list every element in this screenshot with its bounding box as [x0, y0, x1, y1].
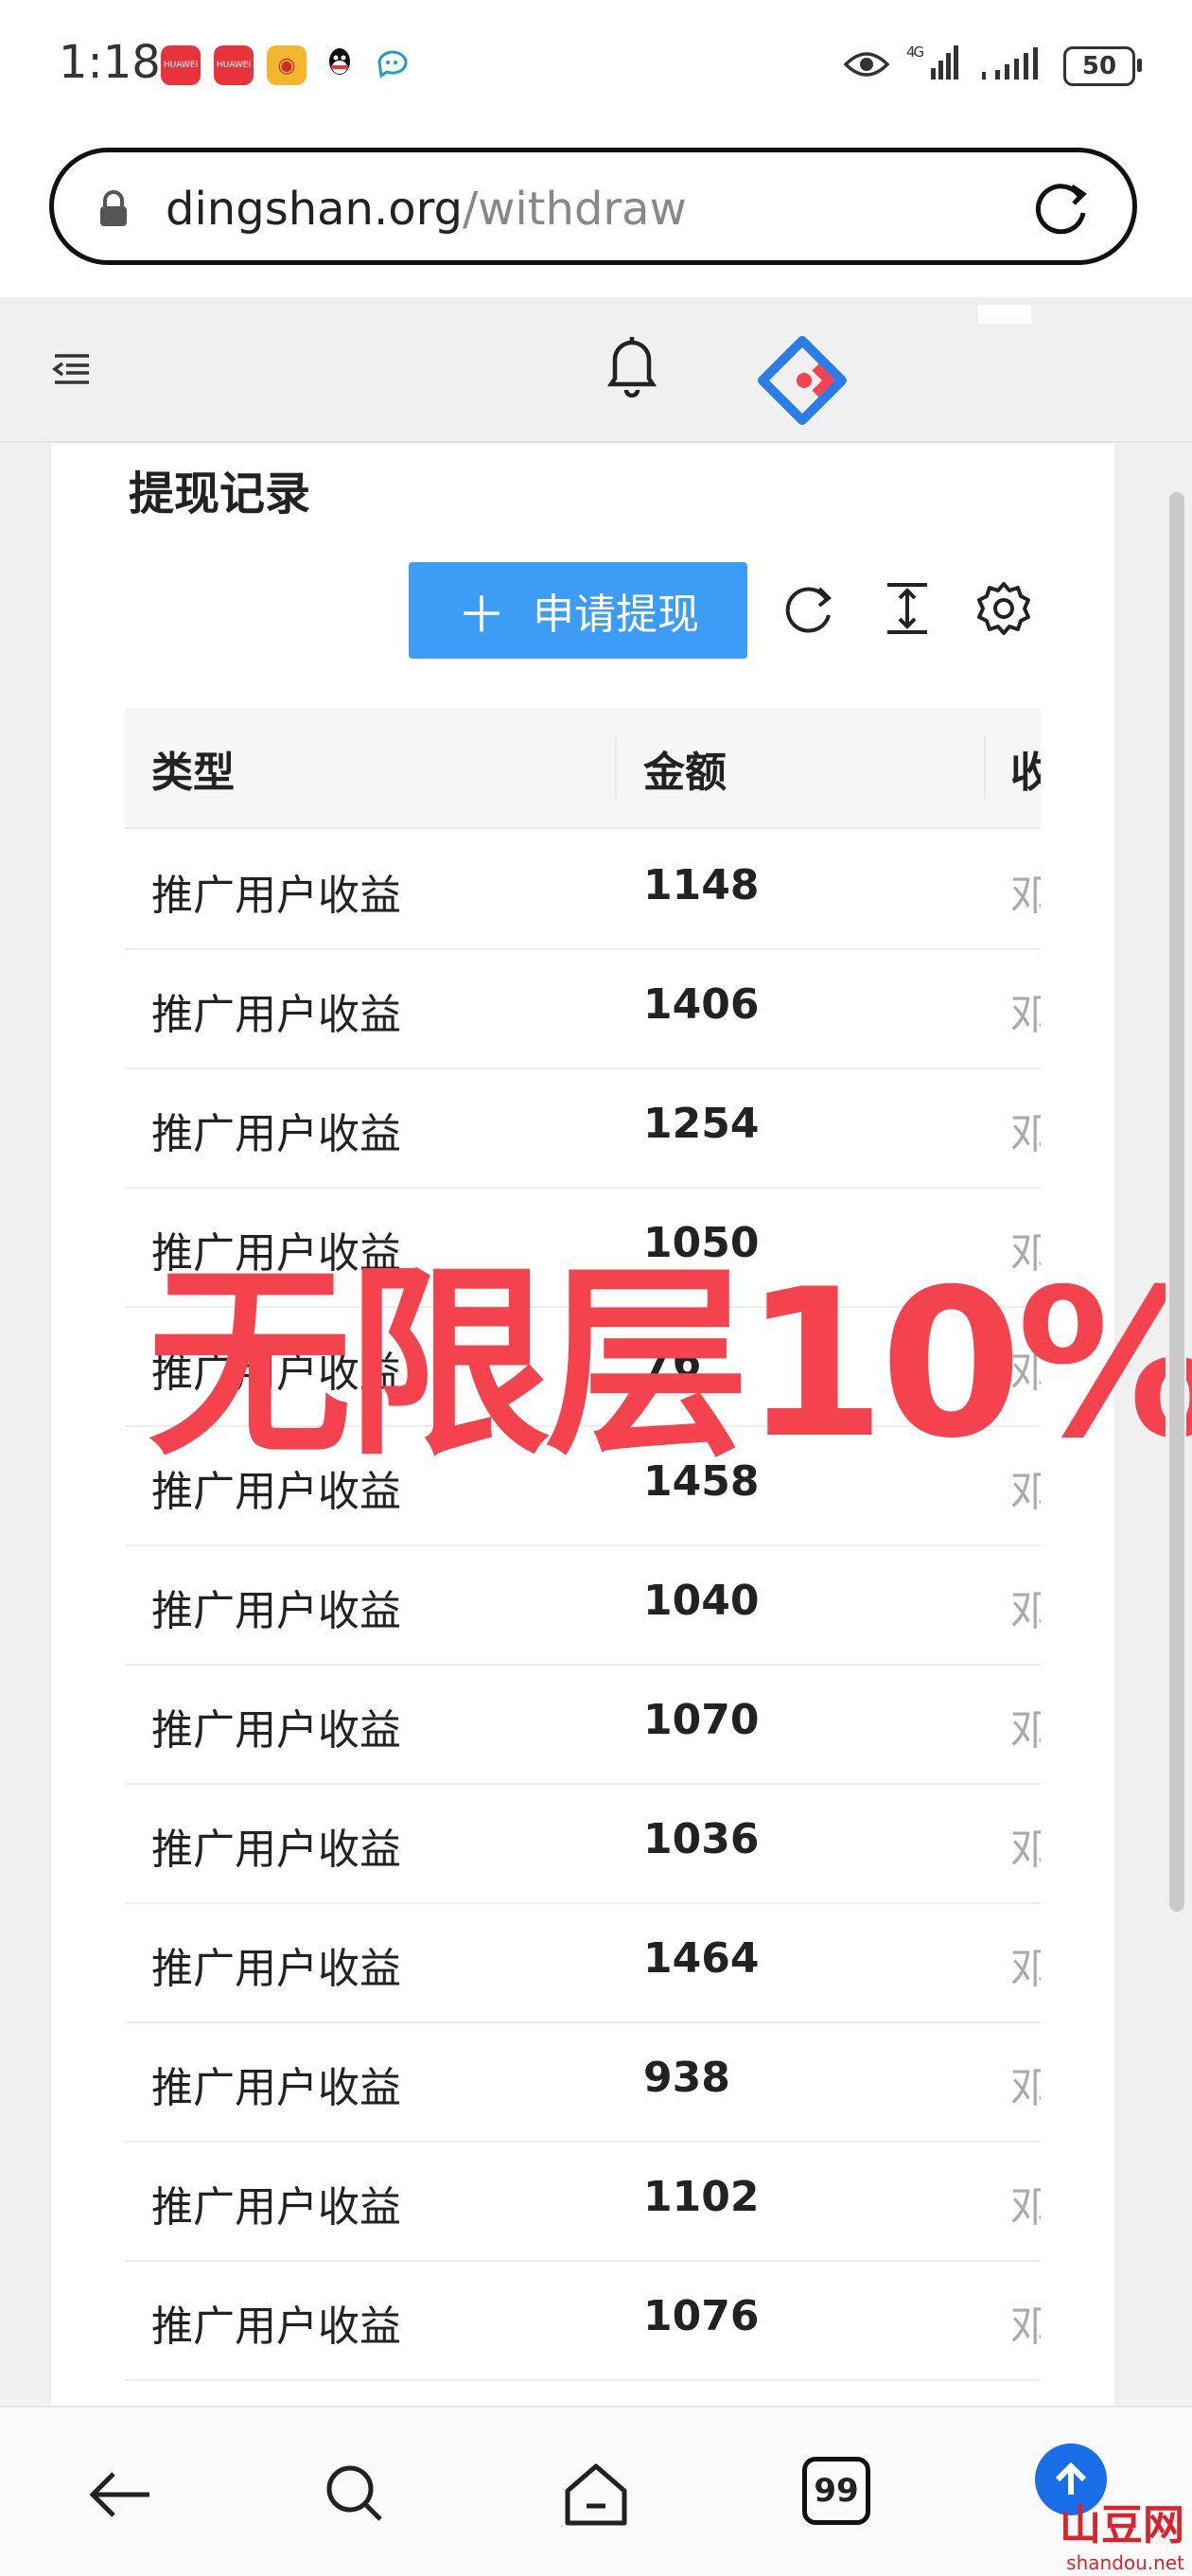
cell-amount: 1036 [643, 1815, 760, 1863]
bottom-navigation: 99 山豆网 shandou.net [0, 2406, 1192, 2576]
url-domain: dingshan.org [166, 183, 463, 236]
column-divider [984, 736, 986, 799]
cell-type: 推广用户收益 [151, 1826, 401, 1874]
cell-receiver: 邓 [1010, 1945, 1041, 1993]
cell-amount: 1254 [643, 1100, 760, 1148]
cell-receiver: 邓 [1010, 991, 1041, 1039]
cell-type: 推广用户收益 [151, 1945, 401, 1993]
eye-icon [843, 42, 890, 90]
cell-receiver: 邓 [1010, 1110, 1041, 1158]
search-icon[interactable] [318, 2457, 394, 2532]
address-bar[interactable]: dingshan.org/withdraw [49, 148, 1137, 265]
lock-icon [100, 190, 127, 226]
battery-indicator: 50 [1063, 45, 1142, 86]
cell-type: 推广用户收益 [151, 2303, 401, 2351]
page-title: 提现记录 [129, 468, 311, 520]
cell-type: 推广用户收益 [151, 1706, 401, 1755]
table-row[interactable]: 推广用户收益 1036 邓 [125, 1783, 1041, 1904]
bell-icon[interactable] [605, 331, 658, 397]
signal-icon-4g: 4G [906, 42, 963, 90]
column-divider [615, 736, 617, 799]
refresh-icon[interactable] [780, 579, 838, 638]
chat-icon [373, 45, 412, 85]
cell-receiver: 邓 [1010, 1587, 1041, 1635]
cell-receiver: 邓 [1010, 1706, 1041, 1755]
cell-type: 推广用户收益 [151, 2064, 401, 2112]
table-row[interactable]: 推广用户收益 1254 邓 [125, 1067, 1041, 1189]
cell-receiver: 邓 [1010, 872, 1041, 920]
cell-receiver: 邓 [1010, 2064, 1041, 2112]
menu-fold-icon[interactable] [51, 348, 93, 390]
cell-receiver: 邓 [1010, 2183, 1041, 2232]
scrollbar-thumb[interactable] [1169, 492, 1184, 1912]
reload-icon[interactable] [1030, 177, 1093, 239]
weibo-icon: ◉ [267, 45, 307, 85]
watermark-main: 山豆网 [1060, 2501, 1184, 2550]
huawei-icon: HUAWEI [214, 45, 254, 85]
cell-receiver: 邓 [1010, 1826, 1041, 1874]
cell-amount: 1406 [643, 980, 760, 1029]
cell-amount: 1102 [643, 2173, 760, 2221]
withdraw-table: 类型 金额 收 推广用户收益 1148 邓推广用户收益 1406 邓推广用户收益 1254… [125, 708, 1041, 2406]
cell-type: 推广用户收益 [151, 991, 401, 1039]
table-row[interactable]: 推广用户收益 1464 邓 [125, 1902, 1041, 2023]
back-icon[interactable] [83, 2457, 159, 2532]
qq-icon [320, 45, 359, 85]
header-mark [978, 305, 1031, 324]
cell-type: 推广用户收益 [151, 1110, 401, 1158]
apply-withdraw-label: 申请提现 [533, 591, 699, 639]
table-row[interactable]: 推广用户收益 938 邓 [125, 2021, 1041, 2143]
cell-type: 推广用户收益 [151, 872, 401, 920]
tabs-icon[interactable]: 99 [802, 2457, 870, 2525]
url-text[interactable]: dingshan.org/withdraw [166, 183, 687, 236]
system-icons: 4G 50 [843, 42, 1142, 90]
cell-receiver: 邓 [1010, 2303, 1041, 2351]
signal-icon-secondary [980, 42, 1046, 90]
status-bar: 1:18 HUAWEI HUAWEI ◉ 4G 50 [0, 0, 1192, 142]
cell-type: 推广用户收益 [151, 1587, 401, 1635]
table-row[interactable]: 推广用户收益 1148 邓 [125, 829, 1041, 950]
huawei-icon-label: HUAWEI [163, 61, 199, 70]
promo-overlay-text: 无限层10% [148, 1245, 1192, 1483]
plus-icon: ＋ [456, 587, 506, 644]
table-row[interactable]: 推广用户收益 1040 邓 [125, 1544, 1041, 1666]
cell-amount: 1076 [643, 2292, 760, 2340]
svg-text:4G: 4G [906, 44, 924, 61]
app-logo[interactable] [757, 335, 848, 426]
apply-withdraw-button[interactable]: ＋ 申请提现 [409, 562, 747, 659]
cell-amount: 938 [643, 2054, 730, 2102]
table-header: 类型 金额 收 [125, 708, 1041, 829]
huawei-icon-label: HUAWEI [216, 61, 252, 70]
table-row[interactable]: 推广用户收益 1076 邓 [125, 2260, 1041, 2381]
cell-amount: 1148 [643, 861, 760, 909]
watermark-sub: shandou.net [1066, 2551, 1184, 2574]
home-icon[interactable] [558, 2457, 634, 2532]
column-header-type[interactable]: 类型 [151, 738, 235, 799]
cell-amount: 1464 [643, 1934, 760, 1983]
table-row[interactable]: 推广用户收益 1102 邓 [125, 2141, 1041, 2262]
column-header-receiver[interactable]: 收 [1010, 738, 1041, 799]
table-row[interactable]: 推广用户收益 1070 邓 [125, 1664, 1041, 1785]
setting-icon[interactable] [974, 579, 1033, 638]
status-time: 1:18 [59, 36, 161, 89]
notification-icons: HUAWEI HUAWEI ◉ [161, 45, 412, 85]
cell-type: 推广用户收益 [151, 2183, 401, 2232]
url-path: /withdraw [462, 183, 687, 236]
watermark: 山豆网 shandou.net [1060, 2491, 1184, 2574]
column-height-icon[interactable] [878, 579, 937, 638]
table-row[interactable]: 推广用户收益 1406 邓 [125, 948, 1041, 1069]
cell-amount: 1040 [643, 1577, 760, 1625]
huawei-icon: HUAWEI [161, 45, 201, 85]
cell-amount: 1070 [643, 1696, 760, 1744]
column-header-amount[interactable]: 金额 [643, 738, 727, 799]
